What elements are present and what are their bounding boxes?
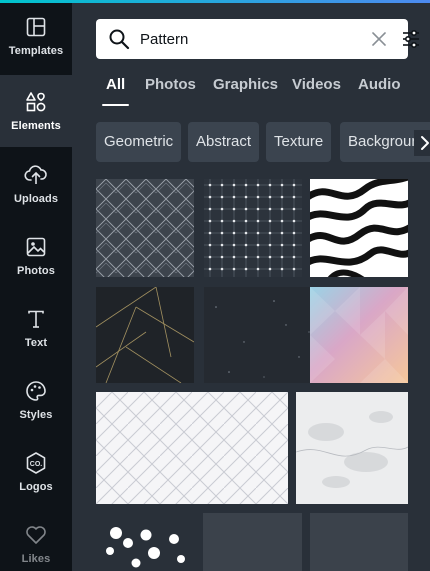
sidebar-item-label: Likes bbox=[21, 553, 51, 565]
sidebar-item-logos[interactable]: CO. Logos bbox=[0, 436, 72, 508]
result-pattern-herringbone[interactable] bbox=[96, 392, 288, 504]
sidebar-item-label: Styles bbox=[19, 409, 53, 421]
templates-icon bbox=[24, 15, 48, 39]
content-type-tabs: All Photos Graphics Videos Audio bbox=[96, 76, 430, 106]
result-pattern-splatter[interactable] bbox=[96, 513, 196, 571]
sidebar-item-templates[interactable]: Templates bbox=[0, 0, 72, 72]
diamond-lattice-pattern bbox=[96, 179, 194, 277]
result-pattern-marble[interactable] bbox=[296, 392, 408, 504]
white-splatter-pattern bbox=[106, 527, 185, 568]
elements-panel: All Photos Graphics Videos Audio Geometr… bbox=[72, 0, 430, 571]
tab-photos[interactable]: Photos bbox=[145, 76, 196, 106]
search-input[interactable] bbox=[140, 27, 360, 51]
sidebar-item-photos[interactable]: Photos bbox=[0, 220, 72, 292]
chip-geometric[interactable]: Geometric bbox=[96, 122, 182, 162]
sidebar-item-label: Uploads bbox=[13, 193, 59, 205]
svg-text:CO.: CO. bbox=[30, 461, 43, 468]
herringbone-pattern bbox=[96, 392, 288, 504]
palette-icon bbox=[24, 379, 48, 403]
sidebar-item-styles[interactable]: Styles bbox=[0, 364, 72, 436]
logo-co-icon: CO. bbox=[24, 451, 48, 475]
zebra-swirl-pattern bbox=[310, 179, 408, 277]
chevron-right-icon[interactable] bbox=[414, 130, 430, 156]
search-bar bbox=[96, 19, 419, 59]
sidebar-item-uploads[interactable]: Uploads bbox=[0, 148, 72, 220]
sidebar-item-text[interactable]: Text bbox=[0, 292, 72, 364]
result-pattern-dotted-grid[interactable] bbox=[204, 179, 302, 277]
result-pattern-diamond-lattice[interactable] bbox=[96, 179, 194, 277]
sidebar-item-label: Logos bbox=[19, 481, 53, 493]
sidebar-item-label: Elements bbox=[11, 120, 61, 132]
tab-videos[interactable]: Videos bbox=[292, 76, 341, 106]
dotted-grid-pattern bbox=[204, 179, 302, 277]
elements-icon bbox=[24, 90, 48, 114]
clear-search-icon[interactable] bbox=[370, 30, 388, 48]
suggestion-chips: Geometric Abstract Texture Background bbox=[96, 122, 430, 164]
result-pattern-zebra-swirl[interactable] bbox=[310, 179, 408, 277]
gold-geometric-lines-pattern bbox=[96, 287, 194, 383]
pastel-triangle-pattern bbox=[310, 287, 408, 383]
heart-icon bbox=[24, 523, 48, 547]
upload-cloud-icon bbox=[24, 163, 48, 187]
chip-abstract[interactable]: Abstract bbox=[188, 122, 260, 162]
result-pattern-pastel-gradient[interactable] bbox=[310, 287, 408, 383]
sidebar-item-label: Text bbox=[24, 337, 48, 349]
search-icon bbox=[108, 28, 130, 50]
tab-all[interactable]: All bbox=[101, 76, 130, 106]
sidebar-item-label: Photos bbox=[17, 265, 55, 277]
sidebar-item-likes[interactable]: Likes bbox=[0, 508, 72, 571]
sidebar: Templates Elements Uploads Photos Text S… bbox=[0, 0, 72, 571]
top-accent-bar bbox=[0, 0, 430, 3]
result-loading-placeholder[interactable] bbox=[203, 513, 302, 571]
filter-sliders-icon[interactable] bbox=[401, 29, 421, 49]
result-pattern-gold-lines[interactable] bbox=[96, 287, 194, 383]
tab-audio[interactable]: Audio bbox=[358, 76, 401, 106]
result-loading-placeholder[interactable] bbox=[310, 513, 408, 571]
image-icon bbox=[24, 235, 48, 259]
text-icon bbox=[24, 307, 48, 331]
sidebar-item-label: Templates bbox=[8, 45, 64, 57]
chip-texture[interactable]: Texture bbox=[266, 122, 332, 162]
sidebar-item-elements[interactable]: Elements bbox=[0, 75, 72, 147]
marble-texture-pattern bbox=[296, 392, 408, 504]
tab-graphics[interactable]: Graphics bbox=[213, 76, 278, 106]
